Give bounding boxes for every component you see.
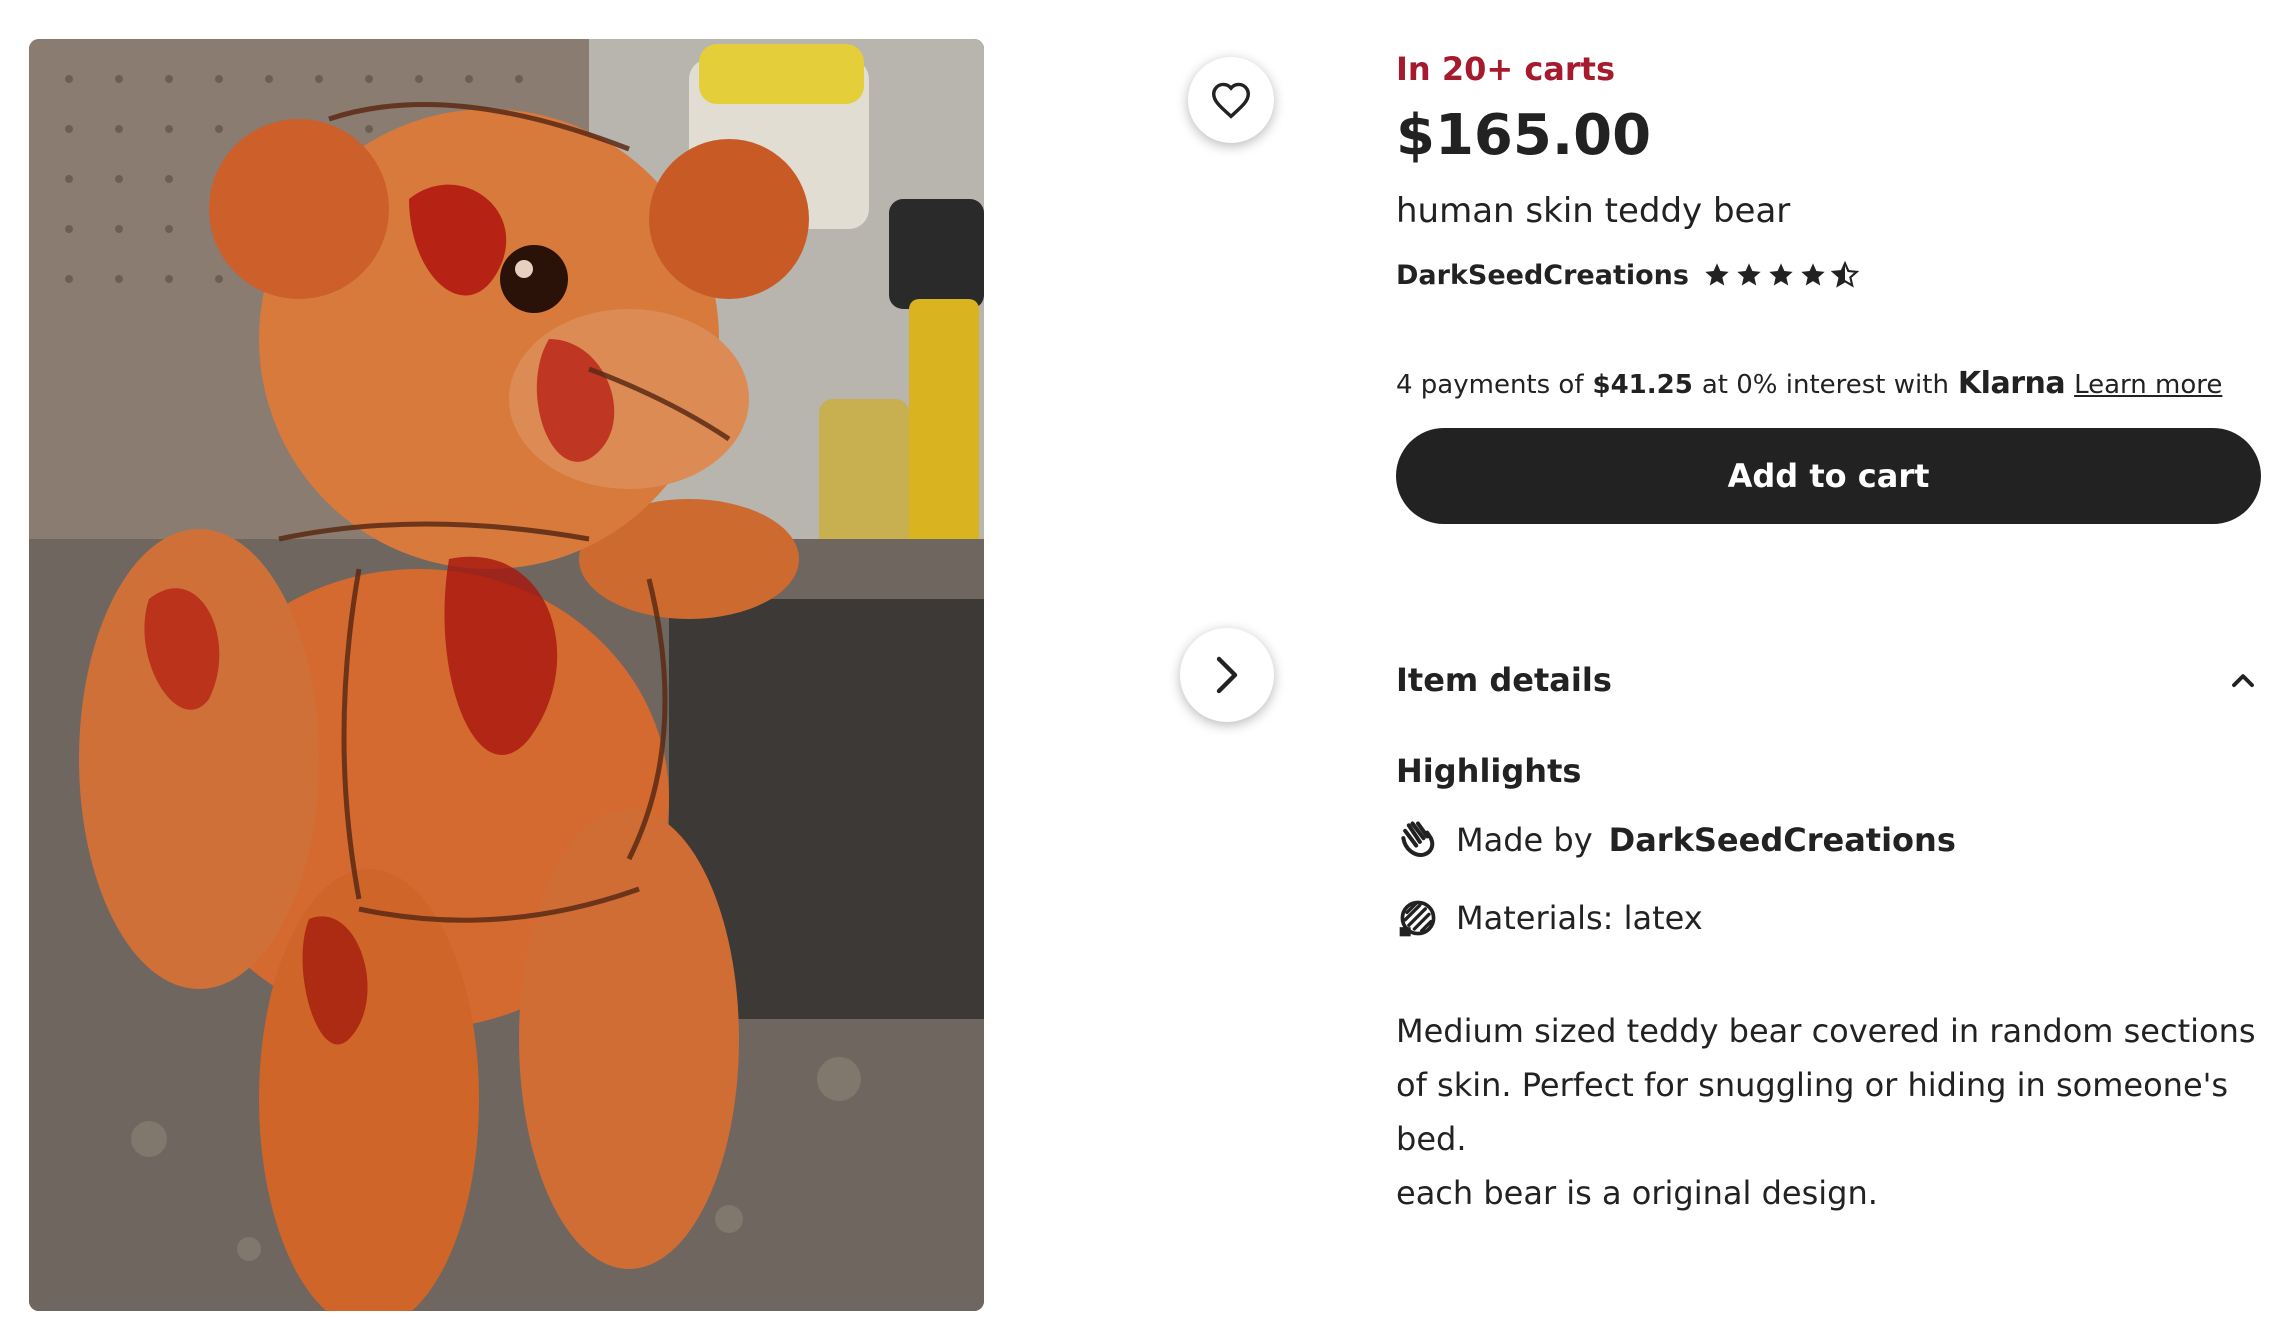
- klarna-logo: Klarna: [1957, 366, 2066, 401]
- cart-demand-badge: In 20+ carts: [1396, 50, 1615, 88]
- made-by-row: Made by DarkSeedCreations: [1396, 818, 1956, 862]
- klarna-prefix: 4 payments of: [1396, 370, 1584, 400]
- highlights-heading: Highlights: [1396, 752, 1582, 790]
- materials-text: Materials: latex: [1456, 899, 1703, 937]
- favorite-button[interactable]: [1188, 57, 1274, 143]
- klarna-financing: 4 payments of $41.25 at 0% interest with…: [1396, 366, 2222, 401]
- item-details-title: Item details: [1396, 661, 1612, 699]
- seller-rating-row: DarkSeedCreations: [1396, 255, 1859, 295]
- made-by-seller: DarkSeedCreations: [1608, 821, 1956, 859]
- next-image-button[interactable]: [1180, 628, 1274, 722]
- star-half-icon: [1830, 261, 1859, 288]
- made-by-label: Made by: [1456, 821, 1593, 859]
- listing-title: human skin teddy bear: [1396, 191, 1791, 231]
- heart-icon: [1211, 82, 1251, 119]
- description-paragraph: Medium sized teddy bear covered in rando…: [1396, 1012, 2256, 1158]
- description-paragraph: each bear is a original design.: [1396, 1174, 1878, 1212]
- star-icon: [1769, 263, 1793, 286]
- klarna-amount: $41.25: [1592, 370, 1693, 400]
- klarna-middle: at 0% interest with: [1701, 370, 1949, 400]
- hand-wave-icon: [1401, 821, 1435, 857]
- teddy-bear-photo: [29, 39, 984, 1311]
- chevron-right-icon: [1216, 656, 1238, 694]
- product-image[interactable]: [29, 39, 984, 1311]
- star-icon: [1737, 263, 1761, 286]
- add-to-cart-button[interactable]: Add to cart: [1396, 428, 2261, 524]
- item-description: Medium sized teddy bear covered in rando…: [1396, 1004, 2276, 1220]
- materials-icon: [1399, 900, 1436, 937]
- price: $165.00: [1396, 103, 1652, 168]
- item-details-toggle[interactable]: Item details: [1396, 655, 2256, 705]
- seller-link[interactable]: DarkSeedCreations: [1396, 260, 1689, 291]
- materials-row: Materials: latex: [1396, 896, 1703, 940]
- rating-stars: [1703, 261, 1859, 289]
- star-icon: [1801, 263, 1825, 286]
- chevron-up-icon: [2232, 674, 2254, 688]
- listing-page: In 20+ carts $165.00 human skin teddy be…: [0, 0, 2284, 1322]
- learn-more-link[interactable]: Learn more: [2074, 370, 2222, 400]
- star-icon: [1705, 263, 1729, 286]
